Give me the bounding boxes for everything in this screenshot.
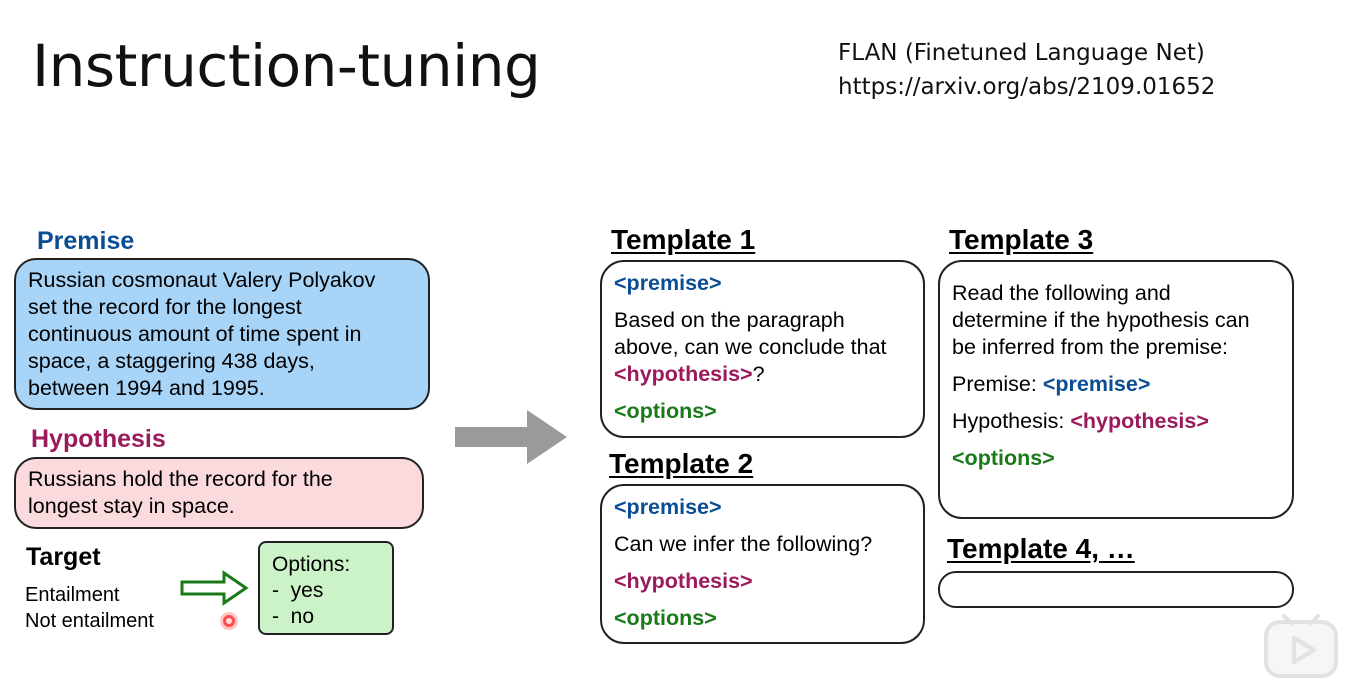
hypothesis-line: longest stay in space.: [28, 494, 235, 518]
recording-dot-icon: [223, 615, 235, 627]
template-2-title: Template 2: [609, 448, 754, 479]
template-1-box: <premise> Based on the paragraph above, …: [600, 260, 925, 438]
target-value: Not entailment: [25, 610, 154, 632]
premise-line: space, a staggering 438 days,: [28, 349, 315, 373]
template-4-box: [938, 571, 1294, 608]
premise-prefix: Premise:: [952, 372, 1043, 396]
options-tag: <options>: [614, 606, 717, 630]
options-tag: <options>: [952, 446, 1055, 470]
big-right-arrow-icon: [455, 410, 567, 464]
hollow-right-arrow-icon: [180, 570, 249, 606]
option-item: - no: [272, 605, 315, 628]
template-text-line: Can we infer the following?: [614, 532, 873, 556]
template-2-box: <premise> Can we infer the following? <h…: [600, 484, 925, 644]
template-1-title: Template 1: [611, 224, 756, 255]
target-label: Target: [26, 543, 101, 571]
template-4-title: Template 4, …: [947, 533, 1135, 564]
template-text-line: above, can we conclude that: [614, 335, 887, 359]
premise-tag: <premise>: [614, 495, 722, 519]
reference-name: FLAN (Finetuned Language Net): [838, 40, 1205, 66]
slide-title: Instruction-tuning: [32, 32, 541, 100]
hypothesis-line: Russians hold the record for the: [28, 467, 333, 491]
hypothesis-prefix: Hypothesis:: [952, 409, 1071, 433]
premise-line: continuous amount of time spent in: [28, 322, 362, 346]
premise-line: between 1994 and 1995.: [28, 376, 265, 400]
template-text-line: Based on the paragraph: [614, 308, 845, 332]
play-button-icon[interactable]: [1262, 608, 1340, 680]
premise-box: Russian cosmonaut Valery Polyakov set th…: [14, 258, 430, 410]
premise-label: Premise: [37, 227, 135, 255]
question-mark: ?: [752, 362, 765, 386]
premise-tag: <premise>: [1042, 372, 1151, 396]
reference: FLAN (Finetuned Language Net) https://ar…: [838, 36, 1215, 104]
template-text-line: determine if the hypothesis can: [952, 308, 1250, 332]
hypothesis-tag: <hypothesis>: [614, 362, 753, 386]
template-text-line: be inferred from the premise:: [952, 335, 1229, 359]
hypothesis-line: Hypothesis: <hypothesis>: [952, 408, 1280, 435]
target-value: Entailment: [25, 584, 120, 606]
options-title: Options:: [272, 553, 351, 576]
options-tag: <options>: [614, 399, 717, 423]
premise-line: set the record for the longest: [28, 295, 302, 319]
premise-line: Premise: <premise>: [952, 371, 1280, 398]
reference-url[interactable]: https://arxiv.org/abs/2109.01652: [838, 70, 1215, 104]
hypothesis-box: Russians hold the record for the longest…: [14, 457, 424, 529]
premise-tag: <premise>: [614, 271, 722, 295]
hypothesis-tag: <hypothesis>: [614, 569, 753, 593]
template-text-line: Read the following and: [952, 281, 1171, 305]
hypothesis-tag: <hypothesis>: [1070, 409, 1209, 433]
template-3-box: Read the following and determine if the …: [938, 260, 1294, 519]
hypothesis-label: Hypothesis: [31, 425, 166, 453]
target-values: Entailment Not entailment: [25, 582, 154, 634]
option-item: - yes: [272, 579, 324, 602]
template-3-title: Template 3: [949, 224, 1094, 255]
hypothesis-line: <hypothesis>?: [614, 361, 911, 388]
premise-line: Russian cosmonaut Valery Polyakov: [28, 268, 376, 292]
options-box: Options: - yes - no: [258, 541, 394, 635]
